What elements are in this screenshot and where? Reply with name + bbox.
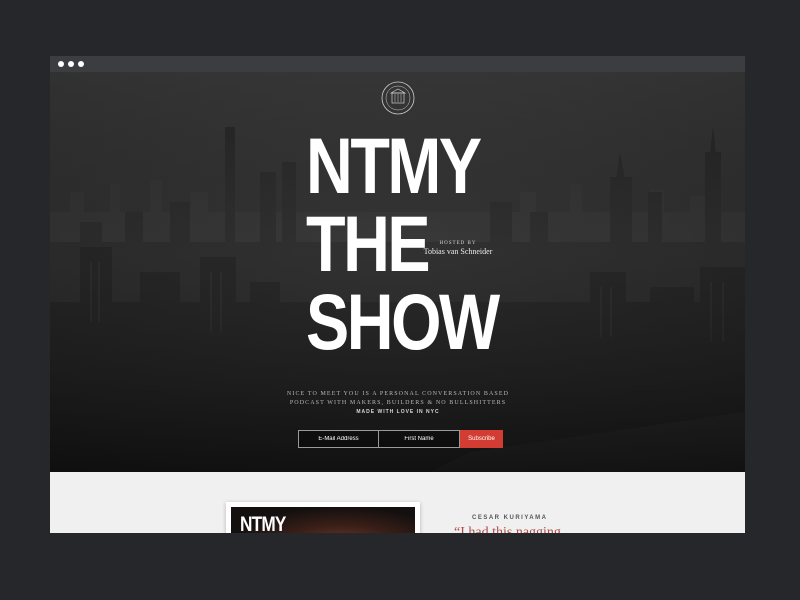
title-line: SHOW <box>306 277 500 366</box>
cover-title: NTMY <box>240 513 286 533</box>
newsletter-form: Subscribe <box>298 430 503 448</box>
host-name: Tobias van Schneider <box>423 247 493 256</box>
episode-cover-image: NTMY <box>231 507 415 533</box>
tagline-line: NICE TO MEET YOU IS A PERSONAL CONVERSAT… <box>286 391 510 397</box>
hosted-by-label: HOSTED BY <box>439 241 477 246</box>
guest-name: CESAR KURIYAMA <box>472 515 548 521</box>
email-field[interactable] <box>298 430 379 448</box>
browser-window: NTMY THE SHOW HOSTED BY Tobias van Schne… <box>50 56 745 533</box>
subscribe-button[interactable]: Subscribe <box>460 430 503 448</box>
hero-section: NTMY THE SHOW HOSTED BY Tobias van Schne… <box>50 72 745 472</box>
window-dot-icon[interactable] <box>58 61 64 67</box>
episode-quote: “I had this nagging <box>454 525 561 533</box>
host-credit: HOSTED BY Tobias van Schneider <box>423 241 493 256</box>
window-dot-icon[interactable] <box>78 61 84 67</box>
title-line: NTMY <box>306 121 482 210</box>
episode-cover-card[interactable]: NTMY <box>226 502 420 533</box>
episode-section: NTMY CESAR KURIYAMA “I had this nagging <box>50 472 745 533</box>
window-titlebar <box>50 56 745 72</box>
tagline: NICE TO MEET YOU IS A PERSONAL CONVERSAT… <box>270 390 526 408</box>
badge-emblem-icon <box>381 81 415 115</box>
tagline-line: PODCAST WITH MAKERS, BUILDERS & NO BULLS… <box>289 400 507 406</box>
first-name-field[interactable] <box>379 430 460 448</box>
made-with-love-label: MADE WITH LOVE IN NYC <box>356 409 440 415</box>
window-dot-icon[interactable] <box>68 61 74 67</box>
